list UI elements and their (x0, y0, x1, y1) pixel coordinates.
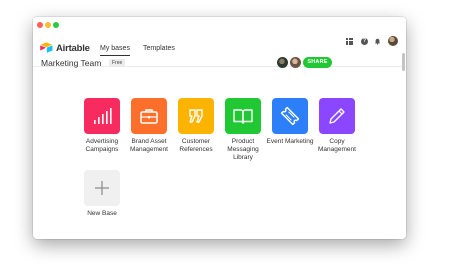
window-titlebar (33, 17, 406, 33)
apps-grid-icon[interactable] (346, 38, 353, 45)
new-base-button[interactable]: New Base (78, 170, 126, 218)
app-name: Airtable (56, 42, 90, 54)
new-base-label: New Base (87, 210, 117, 217)
plus-icon (95, 181, 109, 195)
airtable-logo[interactable]: Airtable (40, 42, 90, 54)
base-brand-asset-management[interactable]: Brand Asset Management (125, 98, 173, 154)
airtable-logo-icon (40, 42, 53, 53)
quote-icon (189, 109, 203, 123)
base-label: Event Marketing (266, 138, 314, 145)
workspace-title[interactable]: Marketing Team (41, 58, 101, 68)
notifications-bell-icon[interactable] (374, 38, 381, 45)
plan-badge: Free (109, 59, 126, 67)
collaborator-avatar[interactable] (290, 57, 301, 68)
base-tile[interactable] (272, 98, 308, 134)
tab-templates[interactable]: Templates (143, 45, 175, 52)
base-copy-management[interactable]: Copy Management (313, 98, 361, 154)
bar-chart-icon (94, 108, 112, 124)
base-event-marketing[interactable]: Event Marketing (266, 98, 314, 146)
base-customer-references[interactable]: Customer References (172, 98, 220, 154)
base-product-messaging-library[interactable]: Product Messaging Library (219, 98, 267, 162)
base-label: Advertising Campaigns (85, 138, 119, 153)
base-tile[interactable] (225, 98, 261, 134)
base-label: Customer References (179, 138, 213, 153)
base-tile[interactable] (84, 98, 120, 134)
base-tile[interactable] (319, 98, 355, 134)
base-advertising-campaigns[interactable]: Advertising Campaigns (78, 98, 126, 154)
share-button[interactable]: SHARE (303, 57, 332, 68)
window-minimize-button[interactable] (45, 22, 51, 28)
ticket-icon (280, 106, 300, 126)
briefcase-icon (140, 109, 158, 124)
base-label: Brand Asset Management (130, 138, 168, 153)
scrollbar-thumb[interactable] (402, 53, 405, 71)
pencil-icon (329, 108, 345, 124)
base-tile[interactable] (131, 98, 167, 134)
new-base-tile[interactable] (84, 170, 120, 206)
base-tile[interactable] (178, 98, 214, 134)
help-icon[interactable]: ? (361, 38, 368, 45)
book-icon (233, 109, 253, 124)
collaborator-avatar[interactable] (277, 57, 288, 68)
user-avatar[interactable] (388, 36, 398, 46)
base-label: Product Messaging Library (227, 138, 259, 161)
window-maximize-button[interactable] (53, 22, 59, 28)
base-label: Copy Management (318, 138, 356, 153)
tab-my-bases[interactable]: My bases (100, 45, 130, 56)
window-close-button[interactable] (37, 22, 43, 28)
